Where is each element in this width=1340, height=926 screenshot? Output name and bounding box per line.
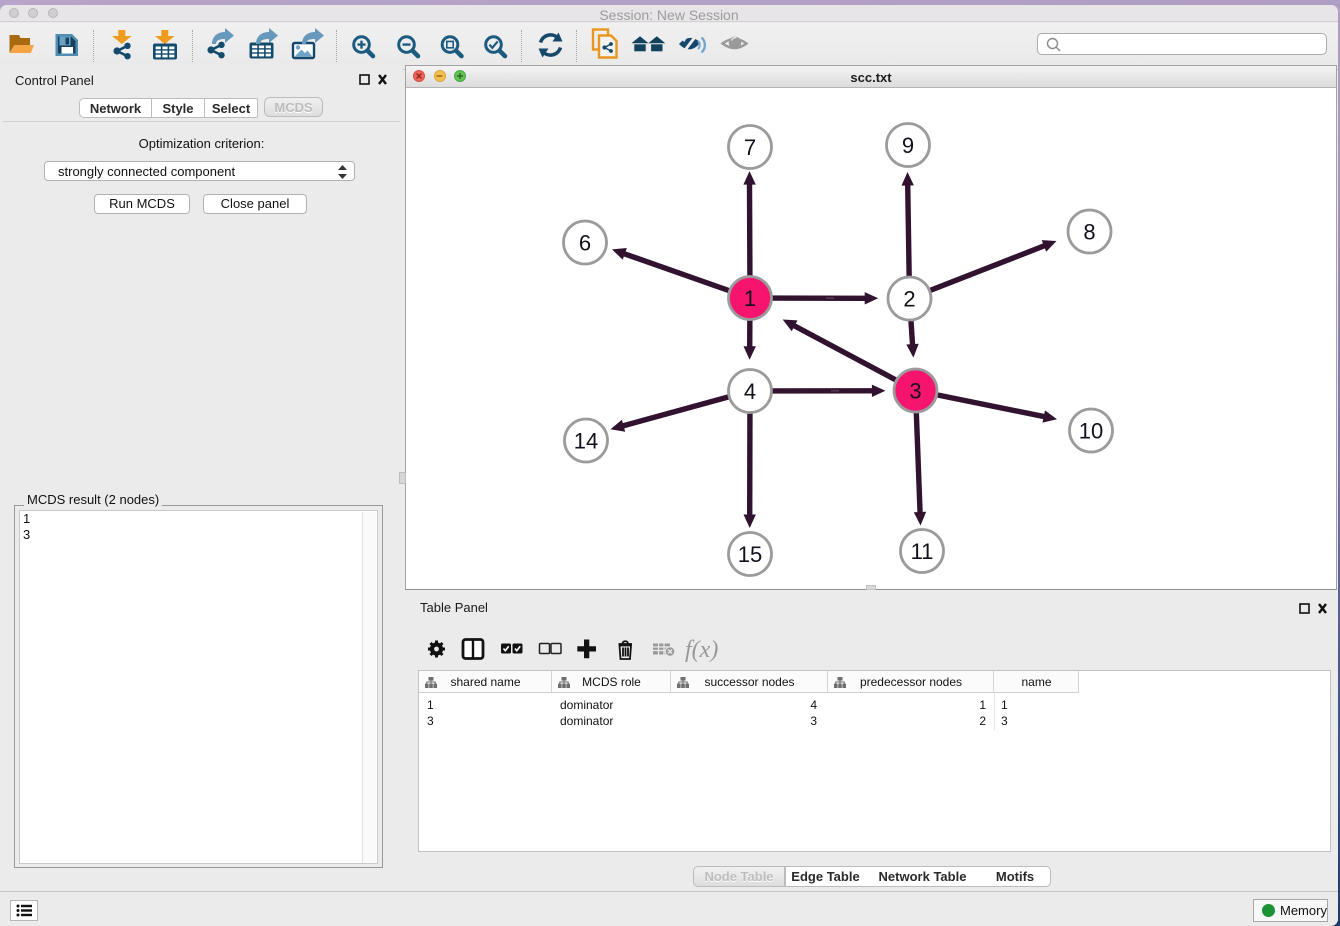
svg-text:14: 14: [574, 428, 598, 453]
svg-text:f(x): f(x): [685, 637, 718, 662]
svg-text:2: 2: [903, 286, 915, 311]
svg-text:11: 11: [911, 539, 934, 564]
svg-text:15: 15: [738, 542, 762, 567]
svg-text:8: 8: [1083, 219, 1095, 244]
svg-text:6: 6: [579, 230, 591, 255]
svg-text:1: 1: [744, 286, 756, 311]
svg-text:7: 7: [744, 135, 756, 160]
svg-text:3: 3: [909, 378, 921, 403]
svg-text:9: 9: [902, 133, 914, 158]
svg-text:10: 10: [1079, 418, 1103, 443]
svg-text:4: 4: [744, 379, 756, 404]
